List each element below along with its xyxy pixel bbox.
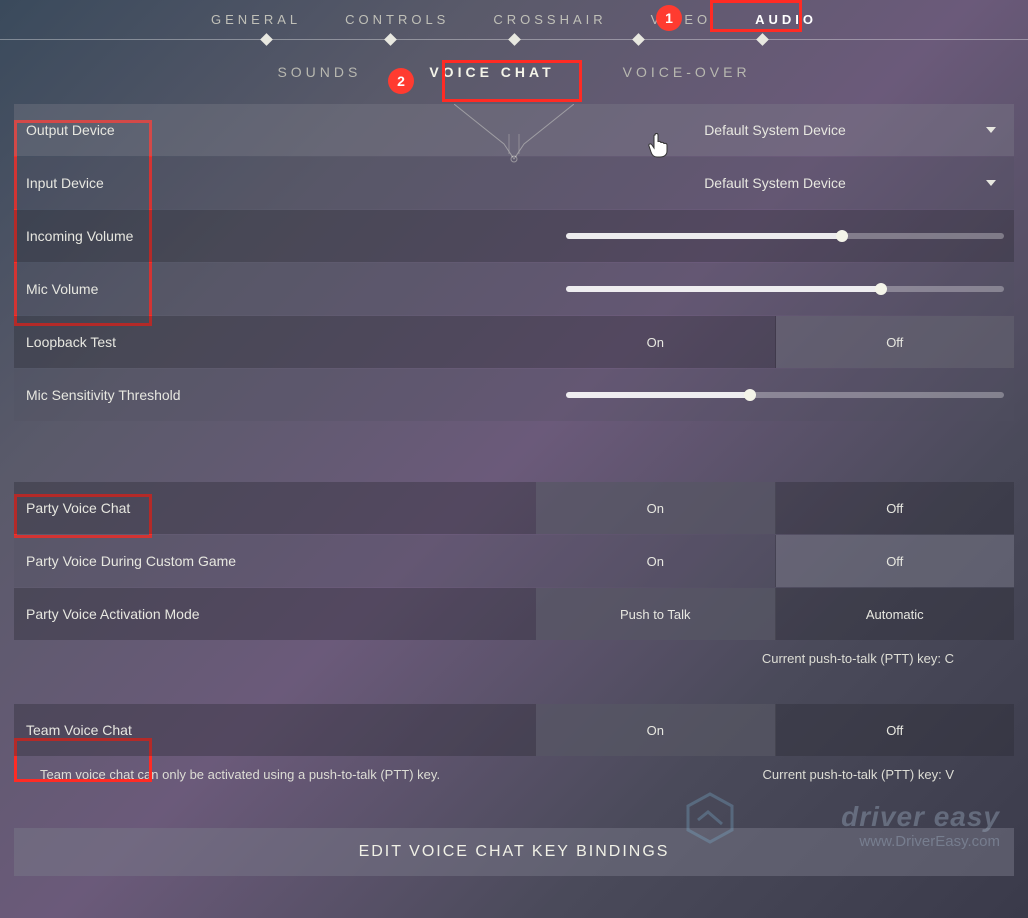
label-incoming-volume: Incoming Volume <box>26 228 536 244</box>
row-party-mode: Party Voice Activation Mode Push to Talk… <box>14 588 1014 640</box>
slider-knob[interactable] <box>875 283 887 295</box>
dropdown-input-device[interactable]: Default System Device <box>536 157 1014 209</box>
slider-incoming-volume[interactable] <box>566 233 1004 239</box>
row-mic-sensitivity: Mic Sensitivity Threshold <box>14 369 1014 421</box>
team-ptt-text: Current push-to-talk (PTT) key: V <box>763 767 988 782</box>
sub-nav: SOUNDS VOICE CHAT VOICE-OVER <box>0 40 1028 104</box>
party-voice-on-button[interactable]: On <box>536 482 776 534</box>
tab-controls[interactable]: CONTROLS <box>339 8 455 31</box>
loopback-off-button[interactable]: Off <box>776 316 1015 368</box>
party-voice-off-button[interactable]: Off <box>776 482 1015 534</box>
subtab-voice-chat[interactable]: VOICE CHAT <box>419 58 564 86</box>
row-output-device: Output Device Default System Device <box>14 104 1014 156</box>
row-party-voice: Party Voice Chat On Off <box>14 482 1014 534</box>
label-party-voice: Party Voice Chat <box>26 500 536 516</box>
row-loopback-test: Loopback Test On Off <box>14 316 1014 368</box>
row-incoming-volume: Incoming Volume <box>14 210 1014 262</box>
slider-fill <box>566 286 881 292</box>
label-team-voice: Team Voice Chat <box>26 722 536 738</box>
team-voice-on-button[interactable]: On <box>536 704 776 756</box>
tab-audio[interactable]: AUDIO <box>749 8 823 31</box>
label-mic-volume: Mic Volume <box>26 281 536 297</box>
party-ptt-text: Current push-to-talk (PTT) key: C <box>762 651 954 666</box>
slider-fill <box>566 233 842 239</box>
row-party-custom: Party Voice During Custom Game On Off <box>14 535 1014 587</box>
team-info-line: Team voice chat can only be activated us… <box>14 757 1014 782</box>
slider-mic-volume[interactable] <box>566 286 1004 292</box>
tab-crosshair[interactable]: CROSSHAIR <box>487 8 612 31</box>
tab-general[interactable]: GENERAL <box>205 8 307 31</box>
party-custom-on-button[interactable]: On <box>536 535 776 587</box>
label-loopback-test: Loopback Test <box>26 334 536 350</box>
label-party-custom: Party Voice During Custom Game <box>26 553 536 569</box>
settings-panel: Output Device Default System Device Inpu… <box>0 104 1028 782</box>
team-voice-off-button[interactable]: Off <box>776 704 1015 756</box>
label-mic-sensitivity: Mic Sensitivity Threshold <box>26 387 536 403</box>
label-party-mode: Party Voice Activation Mode <box>26 606 536 622</box>
value-output-device: Default System Device <box>704 122 846 138</box>
subtab-voice-over[interactable]: VOICE-OVER <box>613 58 761 86</box>
party-ptt-info: Current push-to-talk (PTT) key: C <box>14 641 1014 666</box>
label-output-device: Output Device <box>26 122 536 138</box>
slider-knob[interactable] <box>744 389 756 401</box>
callout-badge-2: 2 <box>388 68 414 94</box>
slider-knob[interactable] <box>836 230 848 242</box>
slider-fill <box>566 392 750 398</box>
callout-badge-1: 1 <box>656 5 682 31</box>
row-mic-volume: Mic Volume <box>14 263 1014 315</box>
subtab-sounds[interactable]: SOUNDS <box>267 58 371 86</box>
party-mode-auto-button[interactable]: Automatic <box>776 588 1015 640</box>
party-mode-ptt-button[interactable]: Push to Talk <box>536 588 776 640</box>
slider-mic-sensitivity[interactable] <box>566 392 1004 398</box>
edit-key-bindings-button[interactable]: EDIT VOICE CHAT KEY BINDINGS <box>14 828 1014 876</box>
chevron-down-icon <box>986 127 996 133</box>
chevron-down-icon <box>986 180 996 186</box>
row-team-voice: Team Voice Chat On Off <box>14 704 1014 756</box>
value-input-device: Default System Device <box>704 175 846 191</box>
dropdown-output-device[interactable]: Default System Device <box>536 104 1014 156</box>
party-custom-off-button[interactable]: Off <box>776 535 1015 587</box>
loopback-on-button[interactable]: On <box>536 316 776 368</box>
row-input-device: Input Device Default System Device <box>14 157 1014 209</box>
top-nav: GENERAL CONTROLS CROSSHAIR VIDEO AUDIO <box>0 0 1028 40</box>
label-input-device: Input Device <box>26 175 536 191</box>
team-note-text: Team voice chat can only be activated us… <box>40 767 440 782</box>
